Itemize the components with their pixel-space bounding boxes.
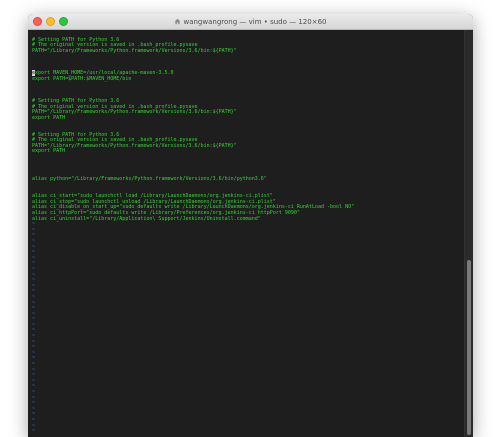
title-bar[interactable]: wangwangrong — vim • sudo — 120×60	[28, 14, 473, 30]
home-folder-icon	[175, 18, 181, 25]
vim-editor-buffer[interactable]: # Setting PATH for Python 3.6 # The origi…	[28, 30, 464, 437]
scrollbar-thumb[interactable]	[467, 260, 471, 435]
window-title-container: wangwangrong — vim • sudo — 120×60	[28, 14, 473, 30]
window-title: wangwangrong — vim • sudo — 120×60	[183, 18, 327, 26]
terminal-window: wangwangrong — vim • sudo — 120×60 # Set…	[28, 14, 473, 437]
vertical-scrollbar[interactable]	[464, 30, 473, 437]
empty-buffer-line: ~	[32, 428, 36, 435]
